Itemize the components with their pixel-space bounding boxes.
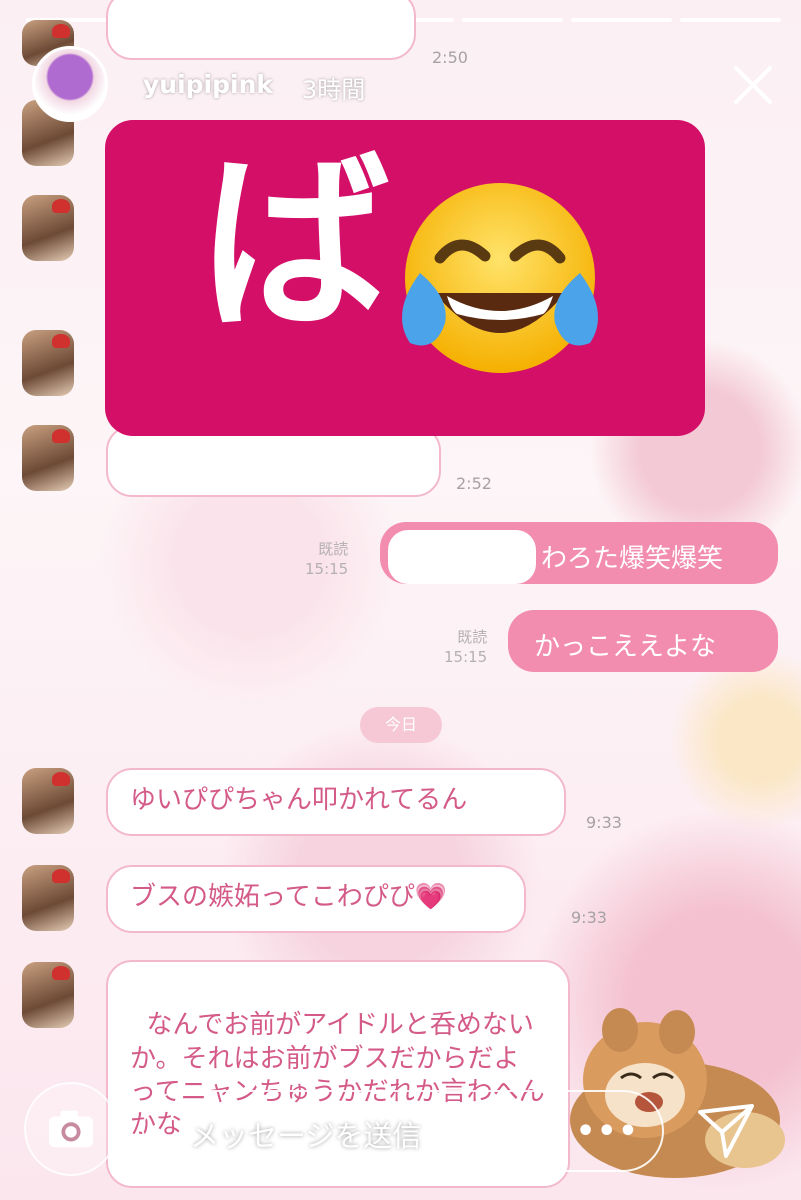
story-username[interactable]: yuipipink [143,70,273,99]
friend-avatar[interactable] [22,962,74,1028]
sent-message-text: わろた爆笑爆笑 [541,544,724,574]
face-with-tears-of-joy-icon [402,183,598,373]
progress-segment [680,18,781,22]
message-time: 2:50 [432,48,468,67]
friend-avatar[interactable] [22,865,74,931]
message-time: 2:52 [456,474,492,493]
friend-avatar[interactable] [22,425,74,491]
message-input-placeholder: メッセージを送信 [190,1119,422,1153]
friend-avatar[interactable] [22,195,74,261]
message-time: 9:33 [586,813,622,832]
sent-bubble: かっこええよな [508,610,778,672]
sticker-text: ば [200,134,391,355]
date-separator: 今日 [360,707,442,743]
more-options-button[interactable]: ••• [576,1114,640,1149]
story-time: 3時間 [302,76,366,104]
partial-bubble [106,0,416,60]
progress-segment [571,18,672,22]
sent-message-text: かっこええよな [534,632,717,662]
received-message-text: ゆいぴぴちゃん叩かれてるん [130,785,468,815]
close-icon[interactable] [730,62,776,108]
story-user-avatar[interactable] [32,46,108,122]
camera-button[interactable] [24,1082,118,1176]
friend-avatar[interactable] [22,330,74,396]
camera-icon [48,1110,94,1148]
received-bubble: ゆいぴぴちゃん叩かれてるん [106,768,566,836]
send-icon[interactable] [696,1100,756,1160]
read-receipt: 既読 15:15 [305,540,349,578]
progress-segment [462,18,563,22]
friend-avatar[interactable] [22,768,74,834]
read-receipt: 既読 15:15 [444,628,488,666]
received-bubble: ブスの嫉妬ってこわぴぴ💗 [106,865,526,933]
censor-mark [388,530,536,584]
received-message-text: ブスの嫉妬ってこわぴぴ💗 [130,882,448,912]
message-time: 9:33 [571,908,607,927]
